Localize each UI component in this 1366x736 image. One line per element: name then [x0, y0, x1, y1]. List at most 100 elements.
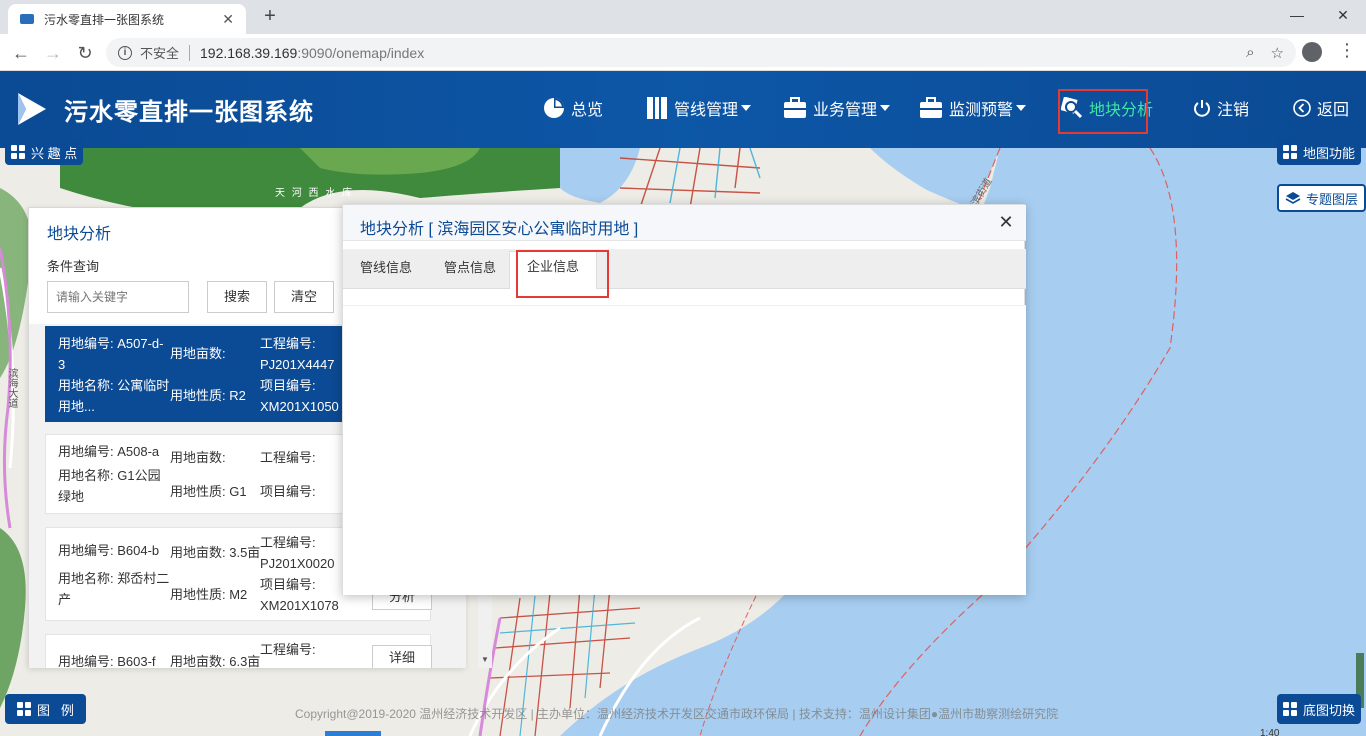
topic-layers-label: 专题图层 [1306, 191, 1359, 207]
land-area: 用地亩数: 3.5亩 [170, 545, 261, 560]
app-header: 污水零直排一张图系统 总览 管线管理 业务管理 监测预警 地块分析 注销 返回 [0, 71, 1366, 148]
project-number: 工程编号: PJ201X4447 [260, 336, 335, 372]
nav-back-label: 返回 [1317, 102, 1350, 119]
pie-chart-icon [544, 98, 564, 118]
browser-tab[interactable]: 污水零直排一张图系统 ✕ [8, 4, 246, 34]
detail-button[interactable]: 详细 [372, 645, 432, 668]
map-functions-button[interactable]: 地图功能 [1277, 139, 1362, 165]
land-name: 用地名称: 郑岙村二产 [58, 571, 170, 607]
tab-pipeline-info[interactable]: 管线信息 [360, 257, 412, 276]
project-number: 工程编号: PJ201X0020 [260, 535, 335, 571]
layers-icon [1285, 192, 1301, 204]
nav-overview[interactable]: 总览 [543, 95, 603, 121]
land-number: 用地编号: B604-b [58, 543, 160, 558]
grid-icon [1283, 702, 1297, 716]
profile-avatar-icon[interactable] [1302, 42, 1322, 62]
url-path: :9090/onemap/index [297, 44, 425, 61]
power-icon [1194, 100, 1210, 117]
dialog-header: 地块分析 [ 滨海园区安心公寓临时用地 ] ✕ [343, 205, 1026, 241]
chevron-down-icon [1016, 105, 1027, 111]
grid-icon [17, 702, 31, 716]
nav-back[interactable]: 返回 [1293, 95, 1349, 121]
browser-tab-title: 污水零直排一张图系统 [44, 12, 165, 27]
info-icon[interactable]: i [118, 45, 132, 60]
list-item[interactable]: 用地编号: B603-f 用地亩数: 6.3亩 工程编号: 详细 [45, 634, 432, 668]
topic-layers-button[interactable]: 专题图层 [1277, 184, 1366, 212]
query-section-label: 条件查询 [47, 259, 100, 274]
land-area: 用地亩数: [170, 346, 226, 361]
map-label-binhai: 滨海大道 [6, 368, 17, 408]
land-number: 用地编号: B603-f [58, 654, 156, 668]
tab-close-icon[interactable]: ✕ [222, 11, 234, 28]
minimize-button[interactable]: — [1274, 0, 1320, 30]
legend-label: 图 例 [37, 702, 74, 718]
project-number: 工程编号: [260, 450, 316, 465]
item-number: 项目编号: XM201X1078 [260, 577, 339, 613]
browser-menu-icon[interactable]: ⋮ [1337, 40, 1357, 61]
nav-overview-label: 总览 [571, 102, 604, 119]
item-number: 项目编号: [260, 484, 316, 499]
close-window-button[interactable]: ✕ [1320, 0, 1366, 30]
chevron-down-icon [741, 105, 752, 111]
clear-button[interactable]: 清空 [274, 281, 334, 313]
legend-button[interactable]: 图 例 [5, 694, 86, 724]
nav-pipeline-management[interactable]: 管线管理 [646, 95, 752, 121]
item-number: 项目编号: XM201X1050 [260, 378, 339, 414]
basemap-switch-button[interactable]: 底图切换 [1277, 694, 1362, 724]
dialog-content [343, 305, 1026, 595]
panel-title: 地块分析 [47, 226, 112, 243]
highlight-box-tab [516, 250, 609, 298]
project-number: 工程编号: [260, 642, 316, 657]
insecure-label: 不安全 [140, 46, 180, 61]
url-omnibox[interactable]: i 不安全 192.168.39.169:9090/onemap/index ⌕… [106, 38, 1296, 67]
dialog-close-icon[interactable]: ✕ [996, 212, 1016, 233]
chevron-down-icon [880, 105, 891, 111]
url-text[interactable]: 192.168.39.169:9090/onemap/index [200, 45, 1230, 61]
search-button[interactable]: 搜索 [207, 281, 267, 313]
forward-arrow-icon[interactable]: → [40, 40, 66, 66]
tab-pipe-point-info[interactable]: 管点信息 [444, 257, 496, 276]
zoom-icon[interactable]: ⌕ [1246, 44, 1254, 61]
land-area: 用地亩数: [170, 450, 226, 465]
app-logo-icon [18, 93, 46, 125]
nav-business-management[interactable]: 业务管理 [783, 95, 891, 121]
poi-button-label: 兴 趣 点 [31, 145, 78, 161]
nav-logout[interactable]: 注销 [1193, 95, 1249, 121]
back-arrow-icon[interactable]: ← [8, 40, 34, 66]
url-host: 192.168.39.169 [200, 44, 298, 61]
nav-monitoring-alert[interactable]: 监测预警 [919, 95, 1027, 121]
land-area: 用地亩数: 6.3亩 [170, 654, 261, 668]
land-name: 用地名称: G1公园绿地 [58, 468, 161, 504]
briefcase-icon [920, 97, 942, 118]
nav-monitoring-label: 监测预警 [949, 102, 1014, 119]
omnibox-divider [189, 44, 191, 61]
land-number: 用地编号: A507-d-3 [58, 336, 164, 372]
address-bar: ← → ↻ i 不安全 192.168.39.169:9090/onemap/i… [0, 34, 1366, 71]
land-nature: 用地性质: M2 [170, 587, 248, 602]
reload-icon[interactable]: ↻ [72, 40, 98, 66]
app-title: 污水零直排一张图系统 [64, 99, 314, 126]
grid-icon [1283, 145, 1297, 159]
map-functions-label: 地图功能 [1303, 145, 1356, 161]
back-circle-icon [1293, 99, 1311, 117]
land-nature: 用地性质: G1 [170, 484, 247, 499]
briefcase-icon [784, 97, 806, 118]
scroll-down-arrow-icon[interactable]: ▼ [481, 655, 489, 664]
land-name: 用地名称: 公寓临时用地... [58, 378, 170, 414]
land-analysis-dialog: 地块分析 [ 滨海园区安心公寓临时用地 ] ✕ 管线信息 管点信息 企业信息 [342, 204, 1026, 595]
poi-button[interactable]: 兴 趣 点 [5, 139, 84, 165]
copyright-footer: Copyright@2019-2020 温州经济技术开发区 | 主办单位：温州经… [295, 707, 1059, 721]
keyword-search-input[interactable] [47, 281, 189, 313]
nav-logout-label: 注销 [1217, 102, 1250, 119]
bookmark-star-icon[interactable]: ☆ [1271, 44, 1284, 62]
favicon-icon [20, 14, 34, 24]
dialog-tabs: 管线信息 管点信息 企业信息 [343, 249, 1026, 289]
dialog-title: 地块分析 [ 滨海园区安心公寓临时用地 ] [360, 221, 639, 238]
grid-icon [11, 145, 25, 159]
basemap-switch-label: 底图切换 [1303, 702, 1356, 718]
svg-text:1:40: 1:40 [1260, 728, 1280, 736]
land-nature: 用地性质: R2 [170, 388, 246, 403]
new-tab-button[interactable]: + [258, 4, 282, 28]
browser-tab-bar: 污水零直排一张图系统 ✕ + — ✕ ❐ [0, 0, 1366, 34]
map-label-reservoir: 天 河 西 水 库 [275, 188, 355, 199]
